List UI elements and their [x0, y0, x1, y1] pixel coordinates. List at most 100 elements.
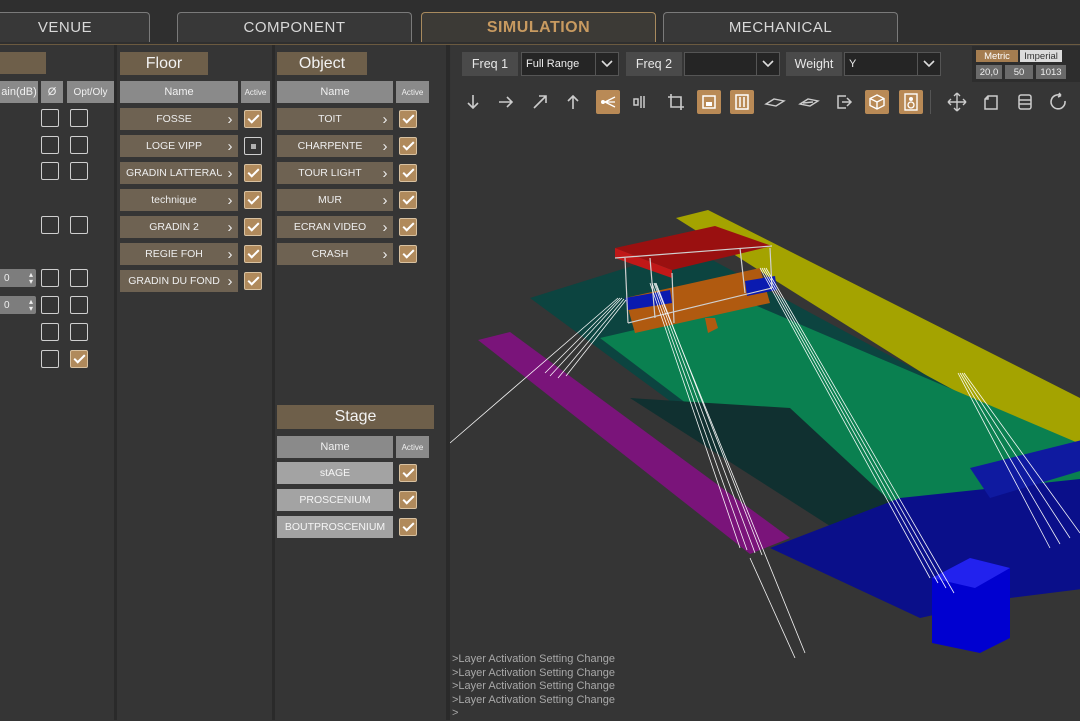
chevron-right-icon[interactable]: ›	[377, 192, 393, 209]
floor-active-checkbox[interactable]	[244, 164, 262, 182]
spinner-arrows-icon[interactable]: ▴ ▾	[29, 271, 33, 286]
floor-active-checkbox[interactable]	[244, 272, 262, 290]
opt-checkbox[interactable]	[70, 323, 88, 341]
gain-spinner[interactable]: 0 ▴ ▾	[0, 269, 36, 287]
chevron-right-icon[interactable]: ›	[222, 111, 238, 128]
phase-checkbox[interactable]	[41, 136, 59, 154]
object-active-checkbox[interactable]	[399, 137, 417, 155]
layers-icon[interactable]	[979, 90, 1003, 114]
floor-active-checkbox[interactable]	[244, 218, 262, 236]
chevron-right-icon[interactable]: ›	[377, 165, 393, 182]
phase-checkbox[interactable]	[41, 350, 59, 368]
phase-checkbox[interactable]	[41, 323, 59, 341]
crop-icon[interactable]	[664, 90, 688, 114]
chevron-right-icon[interactable]: ›	[377, 111, 393, 128]
opt-checkbox[interactable]	[70, 216, 88, 234]
floor-row-name[interactable]: FOSSE ›	[120, 108, 238, 130]
opt-checkbox[interactable]	[70, 269, 88, 287]
object-active-checkbox[interactable]	[399, 110, 417, 128]
tab-component[interactable]: COMPONENT	[177, 12, 412, 42]
view-up-icon[interactable]	[561, 90, 585, 114]
cube-view-icon[interactable]	[865, 90, 889, 114]
plane-alt-icon[interactable]	[797, 90, 821, 114]
floor-row-name[interactable]: GRADIN 2 ›	[120, 216, 238, 238]
chevron-right-icon[interactable]: ›	[222, 138, 238, 155]
chevron-right-icon[interactable]: ›	[222, 192, 238, 209]
phase-checkbox[interactable]	[41, 109, 59, 127]
rays-toggle-icon[interactable]	[596, 90, 620, 114]
object-active-checkbox[interactable]	[399, 218, 417, 236]
object-row-name[interactable]: ECRAN VIDEO ›	[277, 216, 393, 238]
floor-layer-icon[interactable]	[697, 90, 721, 114]
floor-active-checkbox[interactable]	[244, 110, 262, 128]
opt-checkbox[interactable]	[70, 162, 88, 180]
tab-mechanical[interactable]: MECHANICAL	[663, 12, 898, 42]
temperature-field[interactable]: 20,0	[976, 65, 1002, 79]
humidity-field[interactable]: 50	[1005, 65, 1033, 79]
opt-checkbox[interactable]	[70, 109, 88, 127]
spinner-arrows-icon[interactable]: ▴ ▾	[29, 298, 33, 313]
speaker-icon[interactable]	[899, 90, 923, 114]
chevron-right-icon[interactable]: ›	[222, 219, 238, 236]
object-active-checkbox[interactable]	[399, 164, 417, 182]
tab-simulation[interactable]: SIMULATION	[421, 12, 656, 42]
chevron-right-icon[interactable]: ›	[222, 246, 238, 263]
opt-checkbox[interactable]	[70, 136, 88, 154]
rotate-icon[interactable]	[1047, 90, 1071, 114]
object-title: Object	[277, 52, 367, 75]
stage-panel: Stage Name Active stAGE PROSCENIUM BOUTPRO…	[277, 405, 437, 565]
weight-dropdown[interactable]: Y	[844, 52, 941, 76]
phase-checkbox[interactable]	[41, 216, 59, 234]
stage-row-name[interactable]: PROSCENIUM	[277, 489, 393, 511]
opt-checkbox[interactable]	[70, 350, 88, 368]
chevron-right-icon[interactable]: ›	[222, 165, 238, 182]
view-right-icon[interactable]	[494, 90, 518, 114]
stage-active-checkbox[interactable]	[399, 518, 417, 536]
floor-title: Floor	[120, 52, 208, 75]
metric-toggle[interactable]: Metric	[976, 50, 1018, 62]
object-row-name[interactable]: TOIT ›	[277, 108, 393, 130]
stage-row-name[interactable]: BOUTPROSCENIUM	[277, 516, 393, 538]
imperial-toggle[interactable]: Imperial	[1020, 50, 1062, 62]
3d-viewport[interactable]	[450, 118, 1080, 658]
floor-active-checkbox[interactable]	[244, 245, 262, 263]
floor-row-name[interactable]: GRADIN LATTERAUX ›	[120, 162, 238, 184]
floor-row-name[interactable]: LOGE VIPP ›	[120, 135, 238, 157]
stage-active-checkbox[interactable]	[399, 464, 417, 482]
floor-active-checkbox[interactable]	[244, 137, 262, 155]
stage-row-name[interactable]: stAGE	[277, 462, 393, 484]
stage-active-checkbox[interactable]	[399, 491, 417, 509]
freq2-dropdown[interactable]	[684, 52, 780, 76]
plane-icon[interactable]	[763, 90, 787, 114]
floor-row-name[interactable]: technique ›	[120, 189, 238, 211]
move-icon[interactable]	[945, 90, 969, 114]
object-layer-icon[interactable]	[730, 90, 754, 114]
phase-checkbox[interactable]	[41, 162, 59, 180]
object-active-checkbox[interactable]	[399, 191, 417, 209]
chevron-right-icon[interactable]: ›	[377, 138, 393, 155]
phase-checkbox[interactable]	[41, 296, 59, 314]
object-active-checkbox[interactable]	[399, 245, 417, 263]
floor-active-checkbox[interactable]	[244, 191, 262, 209]
object-row-name[interactable]: CHARPENTE ›	[277, 135, 393, 157]
object-row-name[interactable]: TOUR LIGHT ›	[277, 162, 393, 184]
export-icon[interactable]	[832, 90, 856, 114]
object-row-name[interactable]: CRASH ›	[277, 243, 393, 265]
tab-venue[interactable]: VENUE	[0, 12, 150, 42]
chevron-right-icon[interactable]: ›	[222, 273, 238, 290]
chevron-right-icon[interactable]: ›	[377, 219, 393, 236]
panel-icon[interactable]	[1013, 90, 1037, 114]
pressure-field[interactable]: 1013	[1036, 65, 1066, 79]
floor-row-label: GRADIN LATTERAUX	[126, 167, 222, 179]
floor-row-name[interactable]: REGIE FOH ›	[120, 243, 238, 265]
chevron-right-icon[interactable]: ›	[377, 246, 393, 263]
object-row-name[interactable]: MUR ›	[277, 189, 393, 211]
floor-row-name[interactable]: GRADIN DU FOND ›	[120, 270, 238, 292]
opt-checkbox[interactable]	[70, 296, 88, 314]
view-down-icon[interactable]	[461, 90, 485, 114]
phase-checkbox[interactable]	[41, 269, 59, 287]
gain-spinner[interactable]: 0 ▴ ▾	[0, 296, 36, 314]
freq1-dropdown[interactable]: Full Range	[521, 52, 619, 76]
view-diagonal-icon[interactable]	[528, 90, 552, 114]
speaker-array-icon[interactable]	[628, 90, 652, 114]
